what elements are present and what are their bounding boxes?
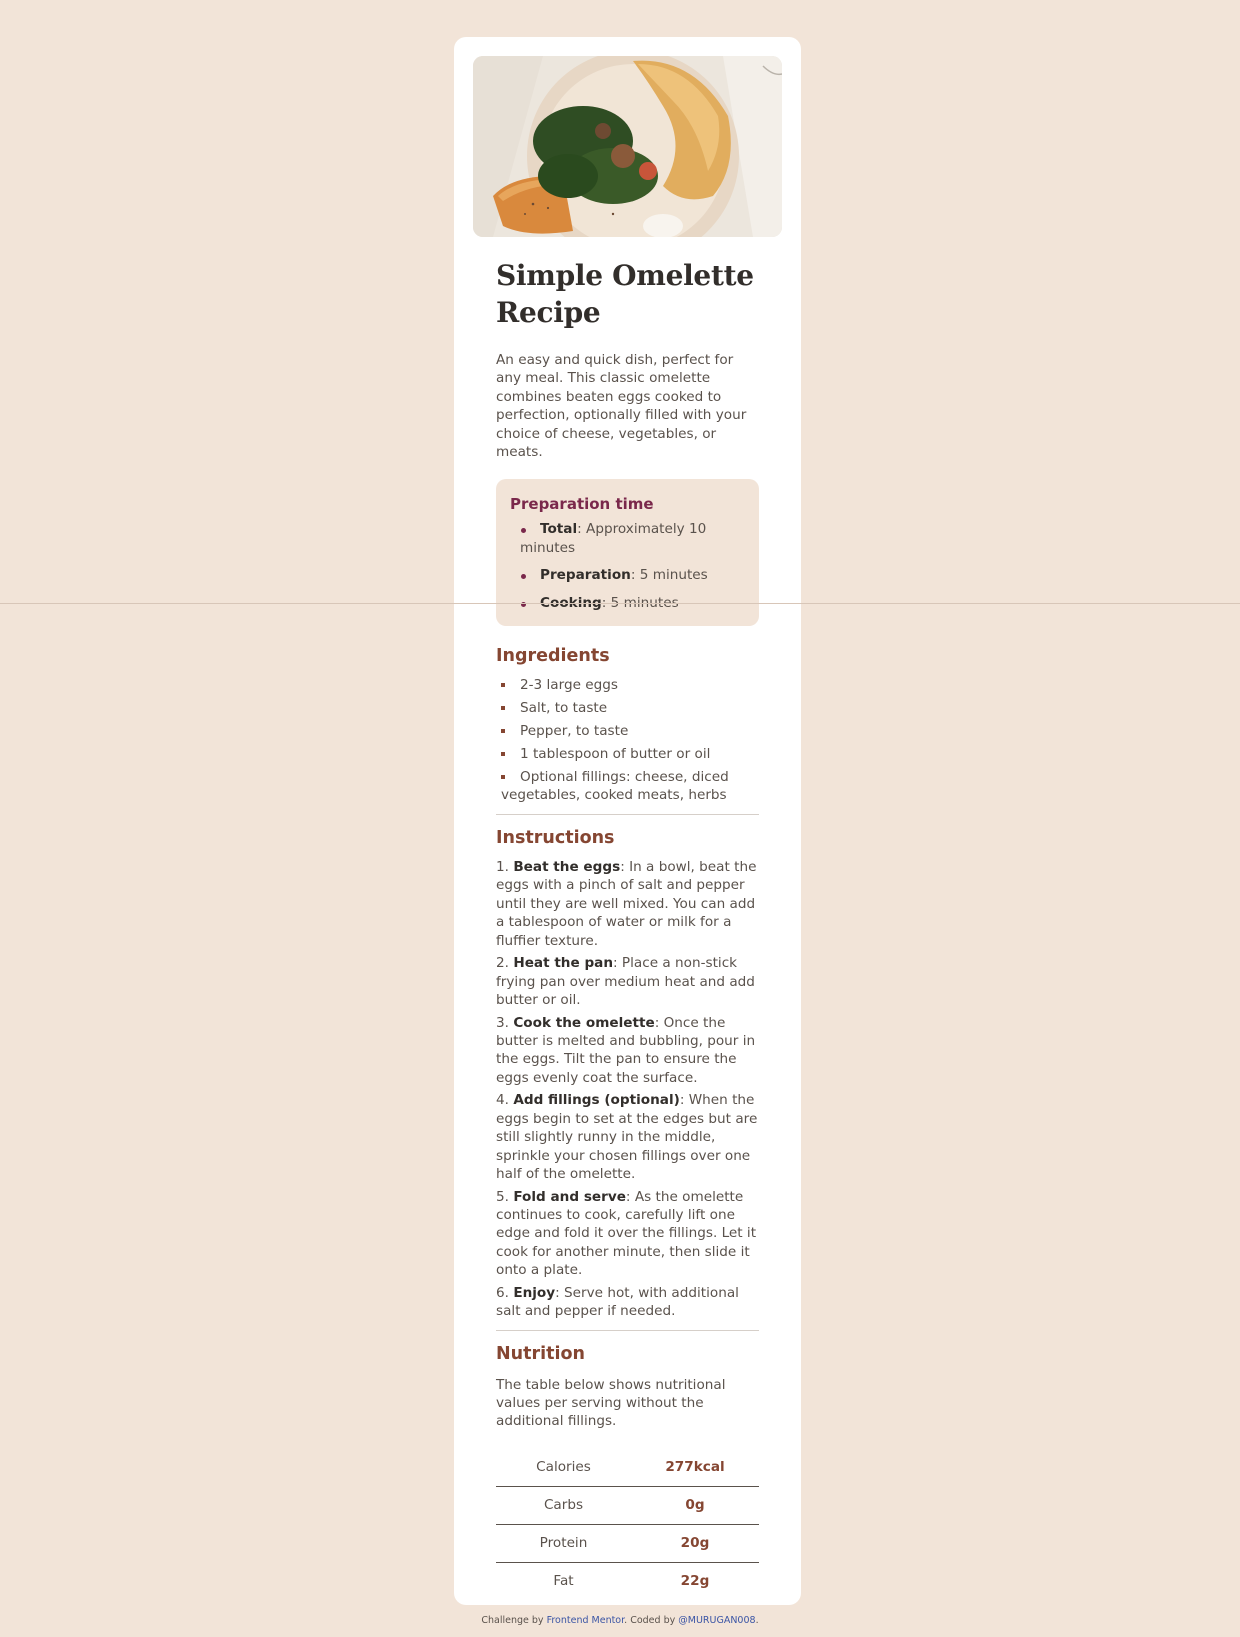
ingredient-text: Pepper, to taste [520, 723, 629, 740]
ingredients-list: 2-3 large eggs Salt, to taste Pepper, to… [496, 676, 759, 805]
preparation-item-total: Total: Approximately 10 minutes [520, 520, 745, 557]
omelette-photo [473, 56, 782, 237]
nutrition-heading: Nutrition [496, 1343, 585, 1364]
list-item: Pepper, to taste [496, 722, 759, 740]
prep-value: : 5 minutes [630, 567, 708, 584]
nutrition-section: Nutrition The table below shows nutritio… [496, 1343, 759, 1600]
step-label: Cook the omelette [513, 1014, 655, 1031]
step-number: 2. [496, 955, 509, 972]
section-divider [496, 1329, 759, 1331]
ingredient-text: Optional fillings: cheese, diced vegetab… [501, 769, 729, 804]
step-label: Enjoy [513, 1284, 556, 1301]
bullet-icon [521, 574, 526, 580]
bullet-icon [521, 528, 526, 534]
nutrient-name: Carbs [496, 1485, 631, 1525]
nutrient-name: Protein [496, 1523, 631, 1563]
section-divider [496, 813, 759, 815]
ingredient-text: 2-3 large eggs [520, 677, 618, 694]
table-row: Fat 22g [496, 1561, 759, 1600]
square-bullet-icon [501, 775, 505, 780]
nutrient-value: 0g [631, 1485, 759, 1525]
nutrient-name: Calories [536, 1459, 591, 1476]
recipe-intro: An easy and quick dish, perfect for any … [496, 352, 747, 461]
ingredients-heading: Ingredients [496, 646, 610, 667]
preparation-list: Total: Approximately 10 minutes Preparat… [510, 520, 745, 612]
step-number: 4. [496, 1092, 509, 1109]
step-label: Fold and serve [513, 1188, 626, 1205]
nutrition-description: The table below shows nutritional values… [496, 1376, 726, 1430]
instructions-section: Instructions 1. Beat the eggs: In a bowl… [496, 827, 759, 1321]
nutrient-value: 277kcal [665, 1459, 725, 1476]
footer-text: Challenge by [481, 1615, 547, 1626]
preparation-heading: Preparation time [510, 495, 654, 514]
prep-label: Preparation [540, 567, 631, 584]
list-item: Salt, to taste [496, 699, 759, 717]
recipe-content: Simple Omelette Recipe An easy and quick… [496, 257, 759, 1600]
author-link[interactable]: @MURUGAN008 [678, 1615, 755, 1626]
step-number: 3. [496, 1014, 509, 1031]
ingredient-text: 1 tablespoon of butter or oil [520, 746, 711, 763]
step-number: 6. [496, 1284, 509, 1301]
nutrient-value: 20g [631, 1523, 759, 1563]
table-row: Calories 277kcal [496, 1449, 759, 1487]
square-bullet-icon [501, 706, 505, 711]
square-bullet-icon [501, 683, 505, 688]
step-number: 5. [496, 1188, 509, 1205]
list-item: 2-3 large eggs [496, 676, 759, 694]
frontend-mentor-link[interactable]: Frontend Mentor [547, 1615, 625, 1626]
instruction-step: 2. Heat the pan: Place a non-stick fryin… [496, 954, 759, 1009]
table-row: Carbs 0g [496, 1485, 759, 1525]
step-label: Beat the eggs [513, 858, 621, 875]
recipe-image [473, 56, 782, 237]
instruction-step: 6. Enjoy: Serve hot, with additional sal… [496, 1284, 759, 1321]
preparation-time-box: Preparation time Total: Approximately 10… [496, 479, 759, 627]
instruction-step: 5. Fold and serve: As the omelette conti… [496, 1188, 759, 1280]
footer-text: . [755, 1615, 759, 1626]
footer-text: . Coded by [624, 1615, 679, 1626]
step-label: Add fillings (optional) [513, 1092, 680, 1109]
attribution-footer: Challenge by Frontend Mentor. Coded by @… [0, 1615, 1240, 1627]
instructions-list: 1. Beat the eggs: In a bowl, beat the eg… [496, 858, 759, 1321]
instructions-heading: Instructions [496, 827, 615, 848]
horizontal-rule-artifact [0, 603, 1240, 604]
ingredient-text: Salt, to taste [520, 700, 608, 717]
nutrient-name: Fat [496, 1561, 631, 1600]
list-item: Optional fillings: cheese, diced vegetab… [496, 768, 759, 805]
square-bullet-icon [501, 752, 505, 757]
instruction-step: 4. Add fillings (optional): When the egg… [496, 1091, 759, 1183]
nutrition-table: Calories 277kcal Carbs 0g Protein 20g Fat 22… [496, 1449, 759, 1600]
prep-label: Total [540, 521, 578, 538]
step-label: Heat the pan [513, 955, 614, 972]
instruction-step: 3. Cook the omelette: Once the butter is… [496, 1014, 759, 1088]
ingredients-section: Ingredients 2-3 large eggs Salt, to tast… [496, 645, 759, 805]
recipe-card: Simple Omelette Recipe An easy and quick… [454, 37, 801, 1605]
step-number: 1. [496, 858, 509, 875]
recipe-title: Simple Omelette Recipe [496, 259, 754, 329]
list-item: 1 tablespoon of butter or oil [496, 745, 759, 763]
square-bullet-icon [501, 729, 505, 734]
preparation-item-preparation: Preparation: 5 minutes [520, 566, 745, 584]
nutrient-value: 22g [631, 1561, 759, 1600]
table-row: Protein 20g [496, 1523, 759, 1563]
instruction-step: 1. Beat the eggs: In a bowl, beat the eg… [496, 858, 759, 950]
